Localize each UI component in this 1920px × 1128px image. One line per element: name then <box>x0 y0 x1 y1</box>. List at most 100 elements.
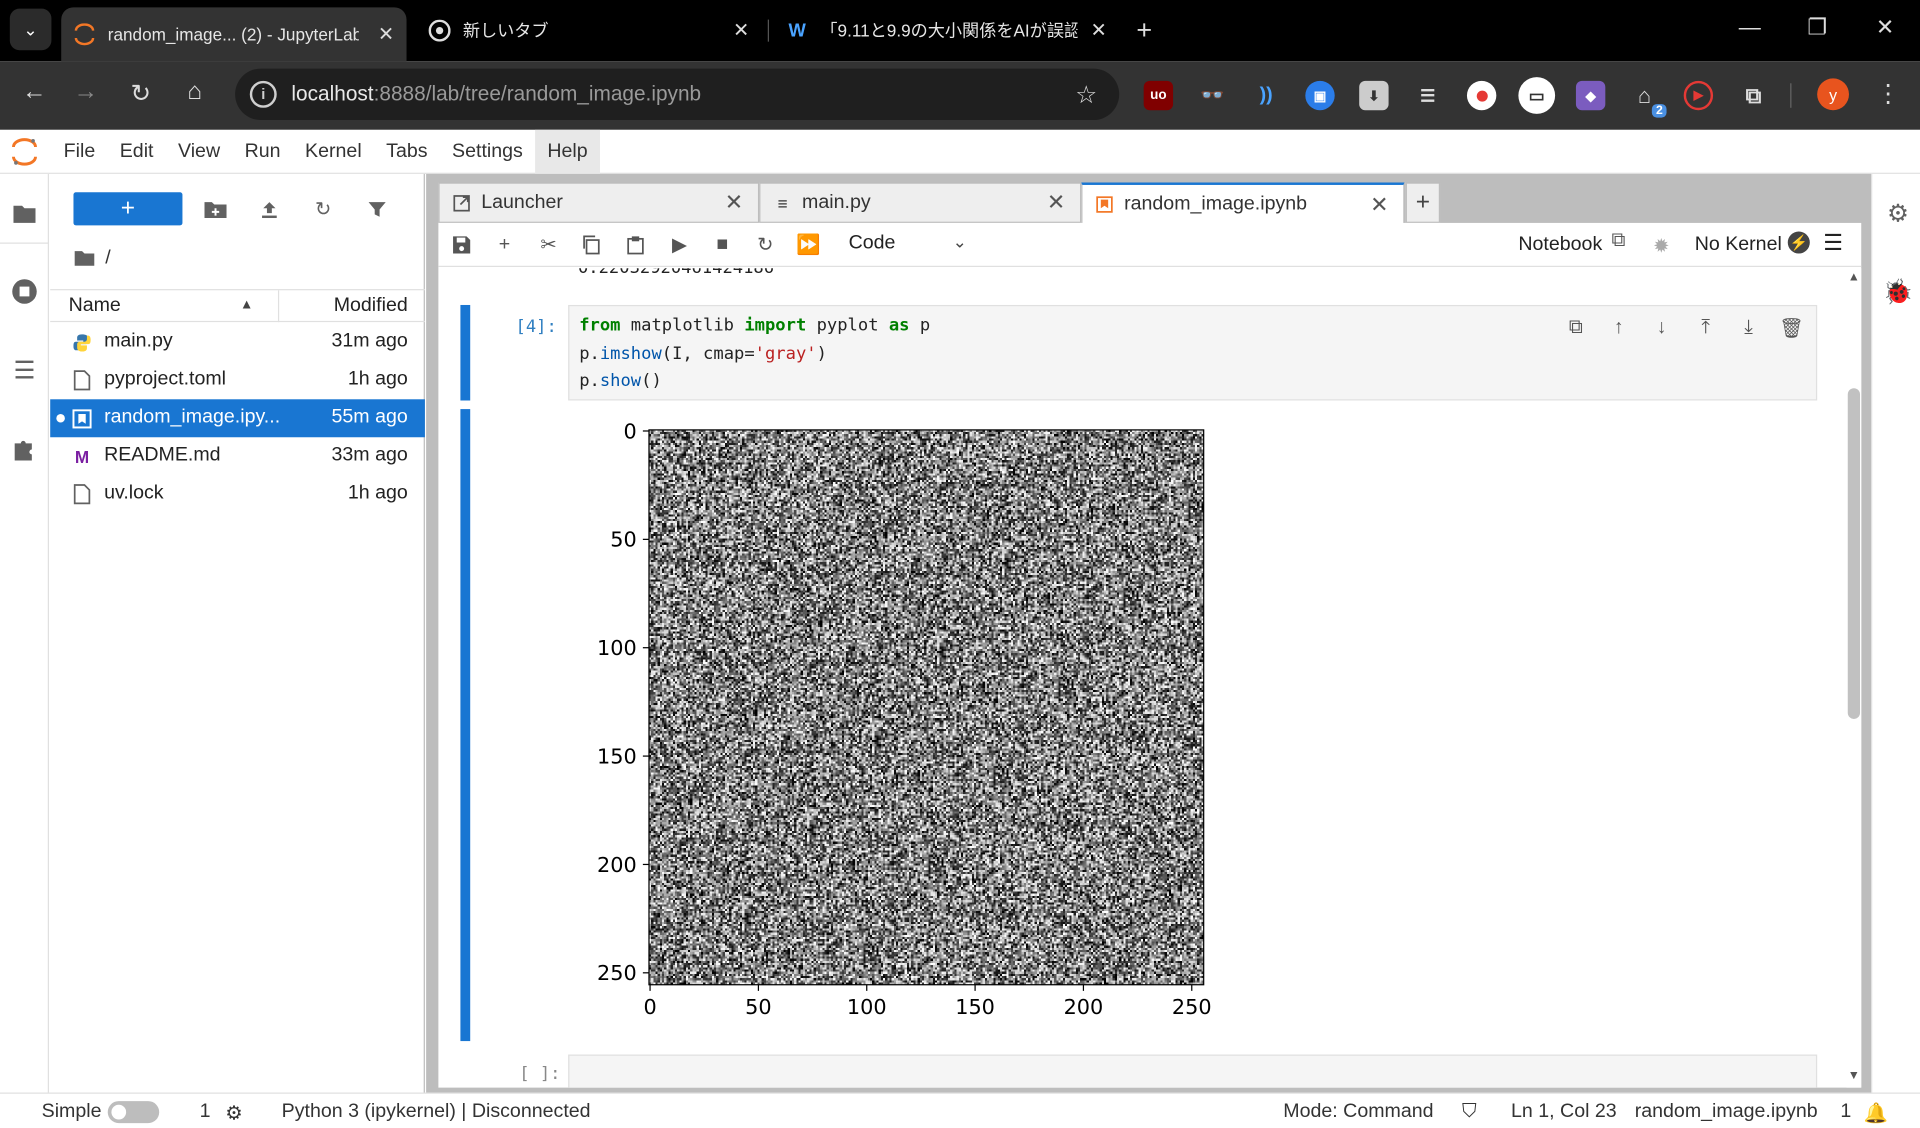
menu-help[interactable]: Help <box>535 129 600 174</box>
menu-file[interactable]: File <box>51 129 107 173</box>
breadcrumb[interactable]: / <box>73 247 111 269</box>
cube-extension-icon[interactable]: ◆ <box>1575 80 1606 111</box>
terminal-count[interactable]: 1 <box>200 1101 211 1123</box>
stop-icon[interactable]: ■ <box>710 233 734 257</box>
scrollbar-thumb[interactable] <box>1847 388 1861 719</box>
delete-cell-icon[interactable]: 🗑 <box>1779 316 1804 340</box>
close-tab-icon[interactable]: ✕ <box>378 22 394 46</box>
notebook-scrollbar[interactable]: ▲ ▼ <box>1846 268 1862 1088</box>
folder-extension-icon[interactable]: ▭ <box>1518 77 1556 114</box>
folder-icon[interactable] <box>10 198 39 227</box>
blue-extension-icon[interactable]: ▣ <box>1305 80 1335 111</box>
trusted-shield-icon[interactable]: ⛉ <box>1462 1101 1477 1123</box>
close-tab-icon[interactable]: ✕ <box>1047 190 1065 216</box>
empty-code-cell[interactable] <box>568 1054 1818 1088</box>
move-down-icon[interactable]: ↓ <box>1649 316 1673 340</box>
close-tab-icon[interactable]: ✕ <box>1091 18 1107 42</box>
minimize-icon[interactable]: — <box>1739 15 1761 41</box>
copy-icon[interactable] <box>579 233 603 257</box>
file-row[interactable]: main.py 31m ago <box>50 323 425 361</box>
face-extension-icon[interactable]: ☰ <box>1413 81 1442 110</box>
add-tab-icon[interactable]: + <box>1405 182 1441 223</box>
table-of-contents-icon[interactable]: ☰ <box>10 355 39 384</box>
notification-bell-icon[interactable]: 🔔 <box>1864 1101 1888 1125</box>
bookmark-star-icon[interactable]: ☆ <box>1075 79 1097 110</box>
profile-avatar[interactable]: y <box>1817 78 1849 111</box>
name-column-header[interactable]: Name <box>69 295 121 317</box>
new-tab-icon[interactable]: + <box>1136 15 1152 47</box>
address-bar[interactable]: i localhost:8888/lab/tree/random_image.i… <box>235 68 1120 121</box>
output-collapser[interactable] <box>460 409 471 1042</box>
cut-icon[interactable]: ✂ <box>536 233 560 257</box>
insert-below-icon[interactable]: ⤓ <box>1736 316 1760 340</box>
cell-type-select[interactable]: Code <box>849 233 896 255</box>
ublock-extension-icon[interactable]: uo <box>1143 80 1174 111</box>
glasses-extension-icon[interactable]: 👓 <box>1198 81 1227 110</box>
run-all-icon[interactable]: ⏩ <box>796 233 820 257</box>
menu-tabs[interactable]: Tabs <box>374 129 440 173</box>
close-tab-icon[interactable]: ✕ <box>733 18 749 42</box>
kernel-status[interactable]: Python 3 (ipykernel) | Disconnected <box>282 1101 591 1123</box>
menu-run[interactable]: Run <box>232 129 292 173</box>
menu-icon[interactable]: ☰ <box>1823 230 1843 256</box>
doc-tab-launcher[interactable]: Launcher ✕ <box>438 182 760 223</box>
duplicate-cell-icon[interactable]: ⧉ <box>1564 316 1588 340</box>
paste-icon[interactable] <box>623 233 647 257</box>
extensions-puzzle-icon[interactable]: ⧉ <box>1739 81 1768 110</box>
reload-icon[interactable]: ↻ <box>124 78 158 109</box>
close-tab-icon[interactable]: ✕ <box>1370 192 1388 218</box>
file-row[interactable]: pyproject.toml 1h ago <box>50 361 425 399</box>
tab-list-button[interactable]: ⌄ <box>9 8 52 51</box>
kernel-name[interactable]: No Kernel <box>1695 234 1782 256</box>
menu-edit[interactable]: Edit <box>107 129 165 173</box>
debugger-bug-icon[interactable]: 🐞 <box>1883 277 1913 306</box>
scroll-down-icon[interactable]: ▼ <box>1848 1069 1860 1082</box>
menu-settings[interactable]: Settings <box>440 129 535 173</box>
browser-tab-newtab[interactable]: 新しいタブ ✕ <box>416 7 761 54</box>
property-inspector-icon[interactable]: ⚙ <box>1883 198 1912 227</box>
new-folder-icon[interactable] <box>201 195 230 224</box>
add-cell-icon[interactable]: + <box>492 233 516 257</box>
menu-view[interactable]: View <box>166 129 233 173</box>
run-icon[interactable]: ▶ <box>667 233 691 257</box>
kernel-usage-icon[interactable]: ⚙ <box>225 1101 243 1125</box>
back-icon[interactable]: ← <box>17 78 51 106</box>
download-extension-icon[interactable]: ⬇ <box>1359 80 1389 111</box>
notebook-view-label[interactable]: Notebook <box>1518 234 1602 256</box>
play-extension-icon[interactable]: ▶ <box>1683 80 1714 111</box>
simple-mode-toggle[interactable] <box>107 1101 160 1124</box>
home-icon[interactable]: ⌂ <box>178 78 212 106</box>
close-window-icon[interactable]: ✕ <box>1876 15 1894 41</box>
file-row[interactable]: uv.lock 1h ago <box>50 475 425 513</box>
site-info-icon[interactable]: i <box>249 80 277 108</box>
running-kernels-icon[interactable] <box>10 277 39 306</box>
doc-tab-notebook[interactable]: random_image.ipynb ✕ <box>1081 182 1405 225</box>
file-row[interactable]: M README.md 33m ago <box>50 437 425 475</box>
browser-tab-article[interactable]: W 「9.11と9.9の大小関係をAIが誤認 ✕ <box>774 7 1119 54</box>
upload-icon[interactable] <box>255 195 284 224</box>
new-launcher-button[interactable]: + <box>73 192 183 226</box>
filter-icon[interactable] <box>362 195 391 224</box>
browser-tab-jupyter[interactable]: random_image... (2) - JupyterLab ✕ <box>61 7 407 62</box>
chevron-down-icon[interactable]: ⌄ <box>953 231 967 252</box>
doc-tab-main-py[interactable]: ≡ main.py ✕ <box>759 182 1082 223</box>
move-up-icon[interactable]: ↑ <box>1607 316 1631 340</box>
audio-extension-icon[interactable]: )) <box>1251 81 1280 110</box>
refresh-icon[interactable]: ↻ <box>309 195 338 224</box>
browser-menu-icon[interactable]: ⋮ <box>1876 78 1900 109</box>
modified-column-header[interactable]: Modified <box>334 295 408 317</box>
save-icon[interactable] <box>449 233 473 257</box>
cursor-position[interactable]: Ln 1, Col 23 <box>1511 1101 1617 1123</box>
external-link-icon[interactable]: ⧉ <box>1611 230 1625 252</box>
forward-icon[interactable]: → <box>69 78 103 106</box>
file-row-selected[interactable]: random_image.ipy... 55m ago <box>50 399 425 438</box>
scroll-up-icon[interactable]: ▲ <box>1848 271 1860 284</box>
code-cell-input[interactable]: from matplotlib import pyplot as p p.ims… <box>568 304 1818 401</box>
home-extension-icon[interactable]: ⌂ 2 <box>1630 81 1667 118</box>
record-extension-icon[interactable] <box>1466 80 1497 111</box>
close-tab-icon[interactable]: ✕ <box>725 190 743 216</box>
input-collapser[interactable] <box>460 304 471 401</box>
insert-above-icon[interactable]: ⤒ <box>1693 316 1717 340</box>
restore-icon[interactable]: ❐ <box>1807 15 1827 41</box>
debugger-icon[interactable]: ✹ <box>1653 234 1669 258</box>
